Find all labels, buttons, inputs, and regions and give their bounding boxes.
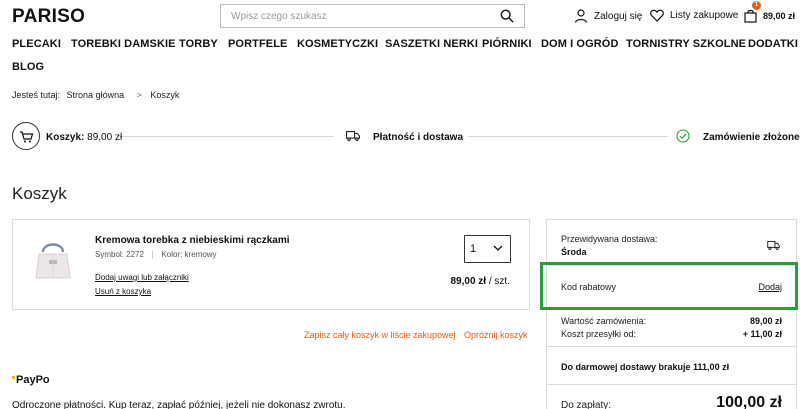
color-label: Kolor: — [161, 250, 183, 259]
summary-divider — [547, 346, 796, 347]
wishlist-link[interactable]: Listy zakupowe — [650, 9, 738, 22]
login-label: Zaloguj się — [594, 10, 643, 22]
quantity-select[interactable]: 1 — [464, 235, 511, 263]
order-value: 89,00 zł — [749, 316, 782, 326]
order-summary: Przewidywana dostawa: Środa Kod rabatowy… — [546, 219, 797, 409]
summary-divider — [547, 384, 796, 385]
user-icon — [574, 9, 588, 23]
delivery-truck-icon — [767, 241, 780, 250]
product-name[interactable]: Kremowa torebka z niebieskimi rączkami — [95, 235, 290, 246]
cart-icon — [20, 131, 34, 143]
paypo-dot — [12, 376, 15, 379]
shipping-label: Koszt przesyłki od: — [561, 329, 637, 339]
symbol-label: Symbol: — [95, 250, 124, 259]
cart-count-badge: 1 — [752, 1, 761, 10]
chevron-down-icon — [493, 245, 503, 251]
symbol-value: 2272 — [126, 250, 144, 259]
nav-item-dodatki[interactable]: DODATKI — [748, 38, 798, 50]
to-pay-label: Do zapłaty: — [561, 400, 612, 409]
step-payment-label: Płatność i dostawa — [373, 132, 464, 143]
empty-cart-link[interactable]: Opróżnij koszyk — [464, 330, 528, 340]
search-input[interactable] — [221, 5, 491, 27]
price-unit: / szt. — [488, 276, 510, 287]
step-complete-label: Zamówienie złożone — [703, 132, 800, 143]
paypo-logo-text: PayPo — [16, 374, 50, 386]
login-link[interactable]: Zaloguj się — [574, 9, 642, 23]
step-line-2 — [468, 136, 668, 137]
meta-divider — [152, 250, 154, 259]
site-header: PARISO Zaloguj się Listy zakupowe 89,00 … — [0, 0, 800, 32]
step-cart-label: Koszyk: 89,00 zł — [46, 132, 122, 143]
paypo-logo: PayPo — [12, 374, 54, 390]
nav-item-dom-i-ogrod[interactable]: DOM I OGRÓD — [541, 38, 619, 50]
breadcrumb-separator: > — [136, 90, 142, 100]
breadcrumb-home[interactable]: Strona główna — [67, 90, 125, 100]
product-price: 89,00 zł / szt. — [451, 276, 511, 287]
check-circle-icon — [676, 129, 690, 143]
free-shipping-info: Do darmowej dostawy brakuje 111,00 zł — [561, 362, 730, 372]
to-pay-value: 100,00 zł — [716, 394, 782, 409]
cart-link[interactable]: 89,00 zł — [744, 9, 795, 23]
nav-item-saszetki-nerki[interactable]: SASZETKI NERKI — [385, 38, 478, 50]
search-bar — [220, 4, 525, 28]
nav-item-plecaki[interactable]: PLECAKI — [12, 38, 61, 50]
save-cart-to-list-link[interactable]: Zapisz cały koszyk w liście zakupowej — [304, 330, 456, 340]
price-value: 89,00 zł — [450, 276, 487, 287]
step-cart-text: Koszyk: — [46, 132, 85, 143]
nav-item-blog[interactable]: BLOG — [12, 61, 44, 73]
nav-item-piorniki[interactable]: PIÓRNIKI — [482, 38, 532, 50]
paypo-description: Odroczone płatności. Kup teraz, zapłać p… — [12, 400, 346, 409]
shipping-value: + 11,00 zł — [742, 329, 782, 339]
step-cart-value: 89,00 zł — [87, 132, 123, 143]
page-title: Koszyk — [12, 184, 67, 203]
cart-total: 89,00 zł — [763, 11, 796, 21]
step-line-1 — [122, 136, 334, 137]
cart-item: Kremowa torebka z niebieskimi rączkami S… — [12, 219, 530, 310]
breadcrumb-current: Koszyk — [150, 90, 180, 100]
product-meta: Symbol: 2272 Kolor: kremowy — [95, 250, 217, 259]
checkout-steps: Koszyk: 89,00 zł Płatność i dostawa Zamó… — [12, 120, 800, 152]
remove-item-link[interactable]: Usuń z koszyka — [95, 287, 151, 296]
search-icon[interactable] — [500, 9, 514, 23]
add-note-link[interactable]: Dodaj uwagi lub załączniki — [95, 273, 189, 282]
quantity-value: 1 — [470, 243, 477, 255]
delivery-truck-icon — [346, 131, 360, 141]
nav-item-portfele[interactable]: PORTFELE — [228, 38, 287, 50]
step-cart-circle — [12, 122, 40, 150]
nav-item-kosmetyczki[interactable]: KOSMETYCZKI — [297, 38, 378, 50]
delivery-label: Przewidywana dostawa: — [561, 234, 658, 244]
shopping-bag-icon — [744, 9, 757, 23]
delivery-day: Środa — [561, 247, 587, 257]
wishlist-label: Listy zakupowe — [670, 10, 739, 21]
breadcrumb: Jesteś tutaj: Strona główna > Koszyk — [12, 90, 183, 100]
heart-icon — [650, 9, 664, 22]
order-value-label: Wartość zamówienia: — [561, 316, 647, 326]
nav-item-torby[interactable]: TORBY — [179, 38, 218, 50]
breadcrumb-prefix: Jesteś tutaj: — [12, 90, 61, 100]
nav-item-tornistry-szkolne[interactable]: TORNISTRY SZKOLNE — [626, 38, 746, 50]
color-value: kremowy — [184, 250, 217, 259]
coupon-highlight-frame — [540, 262, 798, 310]
site-logo[interactable]: PARISO — [12, 6, 85, 28]
product-image[interactable] — [29, 234, 77, 286]
nav-item-torebki-damskie[interactable]: TOREBKI DAMSKIE — [71, 38, 176, 50]
